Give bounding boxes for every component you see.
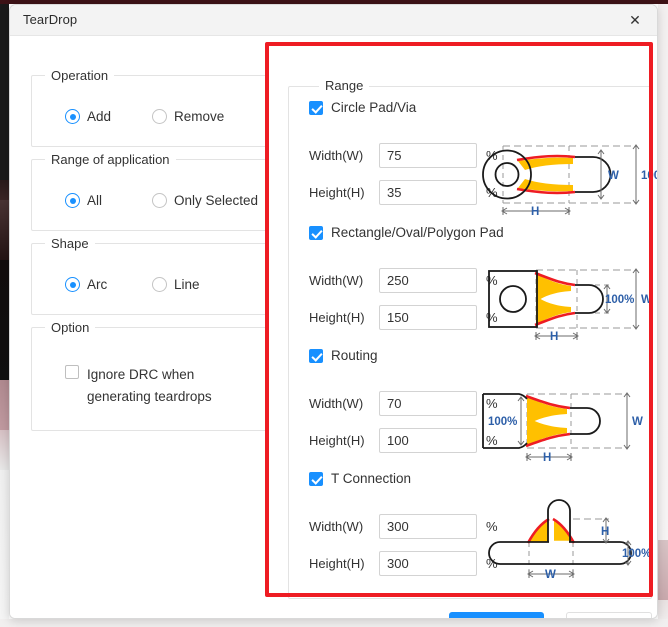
- checkbox-label-ignore-drc: Ignore DRC when generating teardrops: [87, 367, 212, 404]
- group-operation: Operation Add Remove: [31, 68, 268, 147]
- radio-label-all: All: [87, 193, 103, 208]
- section-rectangle-pad: Rectangle/Oval/Polygon Pad Width(W) % He…: [289, 225, 653, 343]
- group-shape: Shape Arc Line: [31, 236, 268, 315]
- radio-operation-remove[interactable]: Remove: [152, 109, 224, 124]
- svg-text:H: H: [601, 526, 609, 538]
- group-range-title: Range: [319, 78, 370, 93]
- field-circle-height: Height(H) %: [309, 180, 498, 205]
- dialog-titlebar: TearDrop ✕: [10, 5, 657, 36]
- checkbox-circle-pad-via[interactable]: Circle Pad/Via: [309, 100, 416, 116]
- checkbox-indicator-routing: [309, 349, 323, 363]
- routing-diagram: 100% W H: [475, 381, 655, 471]
- radio-shape-arc[interactable]: Arc: [65, 277, 107, 292]
- section-t-connection: T Connection Width(W) % Height(H) %: [289, 471, 653, 589]
- label-routing-width: Width(W): [309, 396, 364, 411]
- input-circle-height[interactable]: [379, 180, 477, 205]
- field-routing-width: Width(W) %: [309, 391, 498, 416]
- input-rectangle-width[interactable]: [379, 268, 477, 293]
- radio-indicator-remove: [152, 109, 167, 124]
- screen: TearDrop ✕ Operation Add Remove Range of…: [0, 0, 668, 627]
- checkbox-label-t-connection: T Connection: [331, 471, 412, 486]
- label-rectangle-width: Width(W): [309, 273, 364, 288]
- radio-indicator-line: [152, 277, 167, 292]
- checkbox-indicator-t-connection: [309, 472, 323, 486]
- t-connection-diagram: H 100% W: [475, 489, 655, 589]
- field-circle-width: Width(W) %: [309, 143, 498, 168]
- input-routing-height[interactable]: [379, 428, 477, 453]
- desktop-background-bottom: [0, 619, 668, 627]
- section-routing: Routing Width(W) % Height(H) %: [289, 348, 653, 466]
- checkbox-rectangle-pad[interactable]: Rectangle/Oval/Polygon Pad: [309, 225, 504, 241]
- dialog-body: Operation Add Remove Range of applicatio…: [10, 36, 657, 618]
- radio-shape-line[interactable]: Line: [152, 277, 200, 292]
- svg-text:H: H: [531, 206, 539, 218]
- checkbox-label-circle-pad-via: Circle Pad/Via: [331, 100, 417, 115]
- svg-text:W: W: [632, 416, 643, 428]
- dialog-title: TearDrop: [23, 12, 78, 27]
- input-rectangle-height[interactable]: [379, 305, 477, 330]
- checkbox-indicator-circle-pad-via: [309, 101, 323, 115]
- close-icon[interactable]: ✕: [613, 5, 657, 35]
- group-option: Option Ignore DRC when generating teardr…: [31, 320, 268, 431]
- radio-label-arc: Arc: [87, 277, 108, 292]
- desktop-background-left: [0, 0, 9, 627]
- checkbox-label-routing: Routing: [331, 348, 378, 363]
- radio-label-remove: Remove: [174, 109, 225, 124]
- checkbox-t-connection[interactable]: T Connection: [309, 471, 411, 487]
- group-range-legend: Range of application: [45, 152, 176, 167]
- checkbox-ignore-drc[interactable]: Ignore DRC when generating teardrops: [65, 364, 255, 408]
- svg-text:100%: 100%: [605, 294, 634, 306]
- group-shape-legend: Shape: [45, 236, 95, 251]
- checkbox-label-rectangle-pad: Rectangle/Oval/Polygon Pad: [331, 225, 504, 240]
- circle-pad-via-diagram: W 100% H: [481, 133, 658, 223]
- label-t-connection-height: Height(H): [309, 556, 365, 571]
- radio-indicator-arc: [65, 277, 80, 292]
- radio-indicator-only-selected: [152, 193, 167, 208]
- teardrop-dialog: TearDrop ✕ Operation Add Remove Range of…: [9, 4, 658, 619]
- field-t-connection-width: Width(W) %: [309, 514, 498, 539]
- svg-text:100%: 100%: [488, 416, 517, 428]
- label-circle-width: Width(W): [309, 148, 364, 163]
- field-t-connection-height: Height(H) %: [309, 551, 498, 576]
- radio-operation-add[interactable]: Add: [65, 109, 111, 124]
- section-circle-pad-via: Circle Pad/Via Width(W) % Height(H) %: [289, 100, 657, 218]
- input-routing-width[interactable]: [379, 391, 477, 416]
- input-t-connection-height[interactable]: [379, 551, 477, 576]
- label-t-connection-width: Width(W): [309, 519, 364, 534]
- svg-text:H: H: [543, 452, 551, 464]
- svg-text:W: W: [608, 170, 619, 182]
- apply-button[interactable]: Apply: [449, 612, 544, 618]
- group-range: Range Circle Pad/Via Width(W) % Height(H…: [288, 78, 657, 599]
- checkbox-indicator-rectangle-pad: [309, 226, 323, 240]
- svg-text:100%: 100%: [641, 170, 658, 182]
- label-circle-height: Height(H): [309, 185, 365, 200]
- input-circle-width[interactable]: [379, 143, 477, 168]
- cancel-button[interactable]: Cancel: [566, 612, 652, 618]
- group-range-of-application: Range of application All Only Selected: [31, 152, 268, 231]
- svg-text:W: W: [641, 294, 652, 306]
- radio-label-add: Add: [87, 109, 112, 124]
- checkbox-routing[interactable]: Routing: [309, 348, 378, 364]
- input-t-connection-width[interactable]: [379, 514, 477, 539]
- desktop-background-right: [658, 0, 668, 627]
- field-routing-height: Height(H) %: [309, 428, 498, 453]
- radio-label-only-selected: Only Selected: [174, 193, 259, 208]
- radio-range-all[interactable]: All: [65, 193, 102, 208]
- svg-text:H: H: [550, 331, 558, 343]
- radio-range-only-selected[interactable]: Only Selected: [152, 193, 258, 208]
- field-rectangle-height: Height(H) %: [309, 305, 498, 330]
- field-rectangle-width: Width(W) %: [309, 268, 498, 293]
- svg-text:100%: 100%: [622, 548, 651, 560]
- group-operation-legend: Operation: [45, 68, 115, 83]
- rectangle-pad-diagram: 100% W H: [481, 258, 657, 348]
- radio-indicator-all: [65, 193, 80, 208]
- radio-label-line: Line: [174, 277, 200, 292]
- label-routing-height: Height(H): [309, 433, 365, 448]
- label-rectangle-height: Height(H): [309, 310, 365, 325]
- svg-text:W: W: [545, 569, 556, 581]
- checkbox-indicator-ignore-drc: [65, 365, 79, 379]
- group-option-legend: Option: [45, 320, 96, 335]
- radio-indicator-add: [65, 109, 80, 124]
